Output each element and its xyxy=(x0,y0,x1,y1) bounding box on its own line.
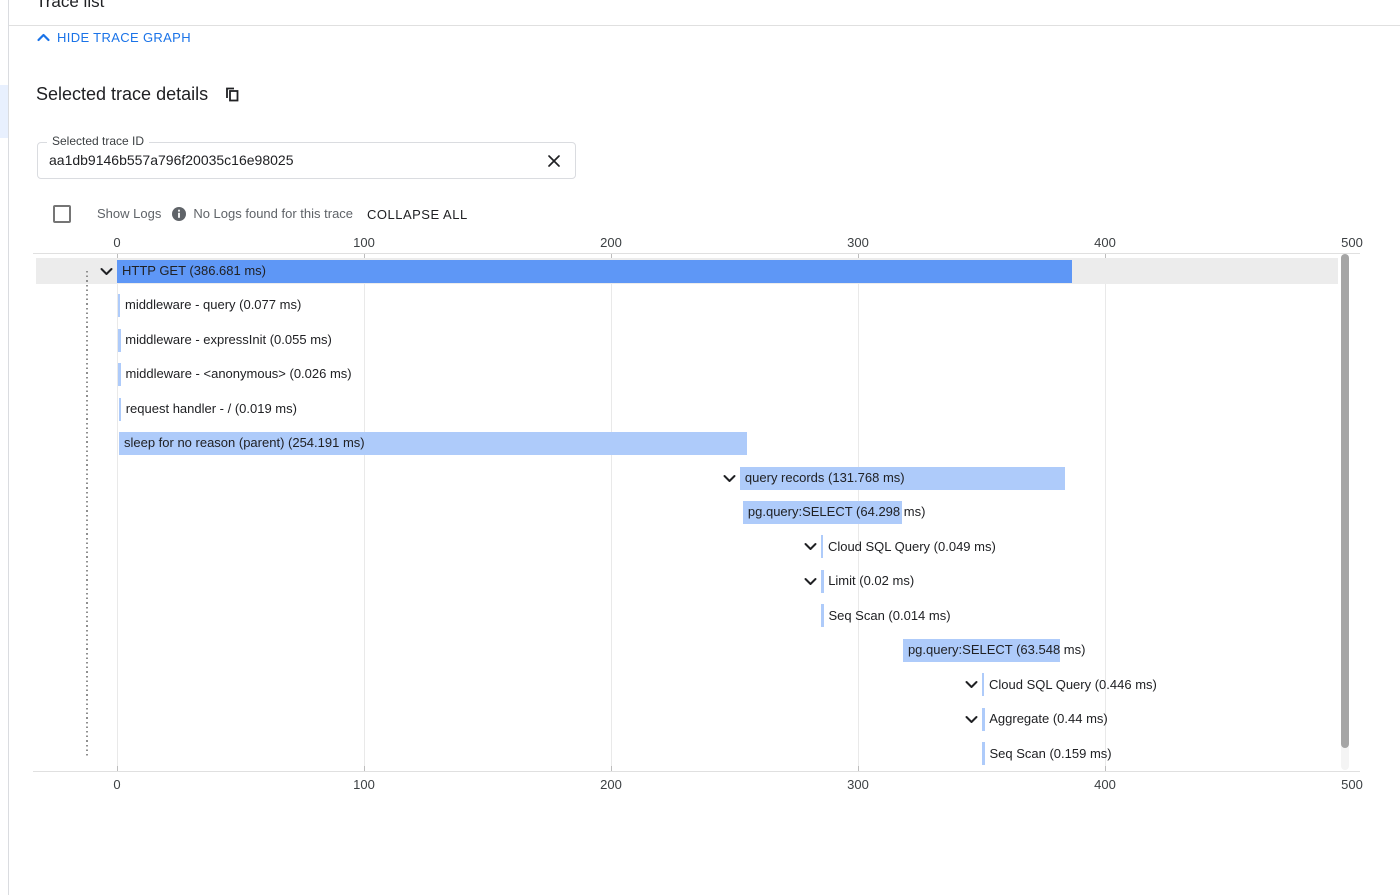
span-label: Cloud SQL Query (0.446 ms) xyxy=(989,668,1157,702)
span-label: query records (131.768 ms) xyxy=(745,461,905,495)
details-heading-row: Selected trace details xyxy=(36,84,241,105)
hide-trace-graph-label: HIDE TRACE GRAPH xyxy=(57,30,191,45)
expander-chevron-down-icon[interactable] xyxy=(722,471,737,486)
span-label: HTTP GET (386.681 ms) xyxy=(122,254,266,288)
time-axis-label: 500 xyxy=(1341,235,1363,250)
span-duration-bar[interactable] xyxy=(821,535,824,558)
info-icon[interactable] xyxy=(171,206,187,222)
time-axis-bottom: 0 100 200 300 400 500 xyxy=(0,777,1400,793)
clear-trace-id-button[interactable] xyxy=(545,152,563,170)
span-label: middleware - query (0.077 ms) xyxy=(125,288,301,322)
chart-scrollbar-track[interactable] xyxy=(1341,254,1349,770)
section-divider xyxy=(9,25,1400,26)
time-axis-label: 500 xyxy=(1341,777,1363,792)
left-panel-edge xyxy=(0,0,9,895)
expander-chevron-down-icon[interactable] xyxy=(99,264,114,279)
time-axis-top: 0 100 200 300 400 500 xyxy=(0,235,1400,251)
span-label: sleep for no reason (parent) (254.191 ms… xyxy=(124,426,365,460)
span-label: Aggregate (0.44 ms) xyxy=(989,702,1108,736)
span-label: Seq Scan (0.159 ms) xyxy=(989,737,1111,771)
expander-chevron-down-icon[interactable] xyxy=(803,574,818,589)
trace-id-field-value: aa1db9146b557a796f20035c16e98025 xyxy=(49,143,293,178)
trace-span-row[interactable]: query records (131.768 ms) xyxy=(33,461,1360,495)
trace-span-row[interactable]: pg.query:SELECT (63.548 ms) xyxy=(33,633,1360,667)
span-label: request handler - / (0.019 ms) xyxy=(126,392,297,426)
chevron-up-icon xyxy=(36,30,51,45)
span-duration-bar[interactable] xyxy=(982,673,985,696)
trace-span-row[interactable]: middleware - query (0.077 ms) xyxy=(33,288,1360,322)
span-label: pg.query:SELECT (64.298 ms) xyxy=(748,495,926,529)
time-axis-label: 200 xyxy=(600,235,622,250)
time-axis-label: 300 xyxy=(847,777,869,792)
time-axis-label: 100 xyxy=(353,235,375,250)
span-label: Limit (0.02 ms) xyxy=(828,564,914,598)
span-label: middleware - <anonymous> (0.026 ms) xyxy=(125,357,351,391)
span-label: Cloud SQL Query (0.049 ms) xyxy=(828,530,996,564)
span-duration-bar[interactable] xyxy=(821,604,824,627)
trace-span-row[interactable]: sleep for no reason (parent) (254.191 ms… xyxy=(33,426,1360,460)
no-logs-message: No Logs found for this trace xyxy=(193,206,353,221)
time-axis-label: 200 xyxy=(600,777,622,792)
chart-scrollbar-thumb[interactable] xyxy=(1341,254,1349,748)
trace-span-row[interactable]: Seq Scan (0.159 ms) xyxy=(33,737,1360,771)
span-label: pg.query:SELECT (63.548 ms) xyxy=(908,633,1086,667)
tree-connector-dotted-line xyxy=(86,271,88,757)
trace-span-row[interactable]: Aggregate (0.44 ms) xyxy=(33,702,1360,736)
span-duration-bar[interactable] xyxy=(821,570,824,593)
span-label: middleware - expressInit (0.055 ms) xyxy=(125,323,332,357)
copy-icon xyxy=(224,86,241,103)
show-logs-label: Show Logs xyxy=(97,206,161,221)
hide-trace-graph-button[interactable]: HIDE TRACE GRAPH xyxy=(36,30,191,45)
span-duration-bar[interactable] xyxy=(118,294,121,317)
trace-list-title: Trace list xyxy=(36,0,104,12)
trace-span-row[interactable]: Cloud SQL Query (0.049 ms) xyxy=(33,530,1360,564)
expander-chevron-down-icon[interactable] xyxy=(964,677,979,692)
logs-controls-row: Show Logs No Logs found for this trace xyxy=(53,205,353,222)
span-duration-bar[interactable] xyxy=(982,742,985,765)
time-axis-label: 100 xyxy=(353,777,375,792)
span-label: Seq Scan (0.014 ms) xyxy=(828,599,950,633)
close-icon xyxy=(546,153,562,169)
time-axis-label: 400 xyxy=(1094,235,1116,250)
trace-span-row[interactable]: middleware - <anonymous> (0.026 ms) xyxy=(33,357,1360,391)
trace-span-row[interactable]: Seq Scan (0.014 ms) xyxy=(33,599,1360,633)
trace-span-row[interactable]: HTTP GET (386.681 ms) xyxy=(33,254,1360,288)
trace-details-page: Trace list HIDE TRACE GRAPH Selected tra… xyxy=(0,0,1400,895)
span-duration-bar[interactable] xyxy=(118,329,121,352)
selected-trace-id-field[interactable]: Selected trace ID aa1db9146b557a796f2003… xyxy=(37,142,576,179)
trace-span-row[interactable]: Limit (0.02 ms) xyxy=(33,564,1360,598)
trace-span-row[interactable]: request handler - / (0.019 ms) xyxy=(33,392,1360,426)
span-duration-bar[interactable] xyxy=(119,398,122,421)
expander-chevron-down-icon[interactable] xyxy=(964,712,979,727)
time-axis-label: 300 xyxy=(847,235,869,250)
span-duration-bar[interactable] xyxy=(118,363,121,386)
left-panel-selection-strip xyxy=(0,85,8,138)
trace-waterfall-chart: HTTP GET (386.681 ms)middleware - query … xyxy=(33,253,1360,772)
trace-span-row[interactable]: pg.query:SELECT (64.298 ms) xyxy=(33,495,1360,529)
span-duration-bar[interactable] xyxy=(982,708,985,731)
expander-chevron-down-icon[interactable] xyxy=(803,539,818,554)
time-axis-label: 0 xyxy=(113,777,120,792)
show-logs-checkbox[interactable] xyxy=(53,205,71,223)
copy-button[interactable] xyxy=(224,86,241,103)
page-title: Selected trace details xyxy=(36,84,208,105)
trace-span-row[interactable]: Cloud SQL Query (0.446 ms) xyxy=(33,668,1360,702)
trace-span-row[interactable]: middleware - expressInit (0.055 ms) xyxy=(33,323,1360,357)
time-axis-label: 400 xyxy=(1094,777,1116,792)
collapse-all-button[interactable]: COLLAPSE ALL xyxy=(367,207,468,222)
time-axis-label: 0 xyxy=(113,235,120,250)
